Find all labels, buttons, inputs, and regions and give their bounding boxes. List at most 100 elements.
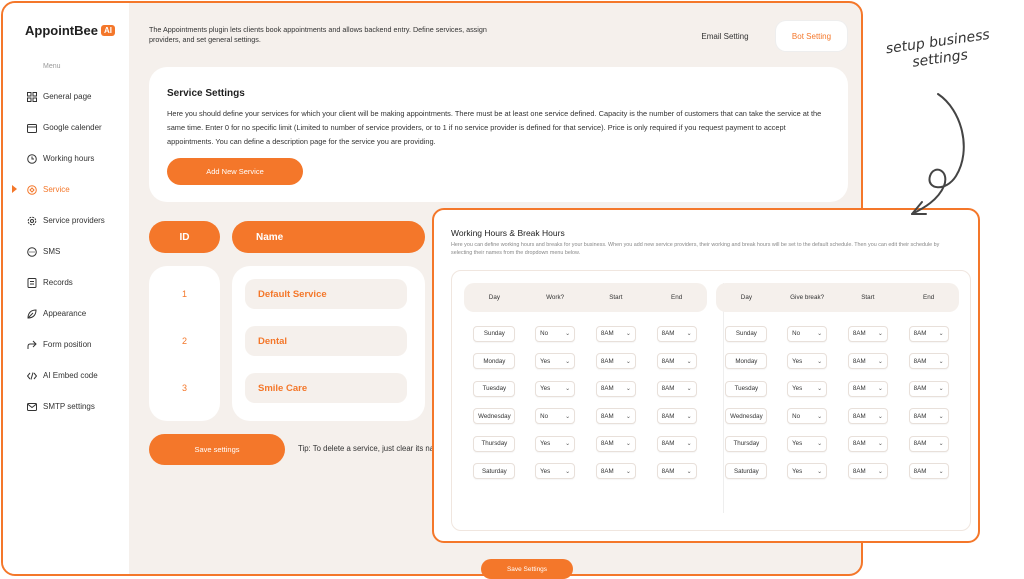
chevron-down-icon: ⌄ [565,468,571,475]
day-label-value: Saturday [481,467,507,475]
end-time-select[interactable]: 8AM ⌄ [908,435,949,452]
work-toggle-select-value: No [540,412,549,420]
chevron-down-icon: ⌄ [565,386,571,393]
table-cell: 8AM ⌄ [898,380,959,397]
start-time-select[interactable]: 8AM ⌄ [595,325,636,342]
code-icon [27,371,37,381]
start-time-select[interactable]: 8AM ⌄ [847,408,888,425]
work-toggle-select[interactable]: Yes ⌄ [535,463,576,480]
break-toggle-select[interactable]: Yes ⌄ [787,353,828,370]
service-name-input[interactable]: Default Service [245,279,407,309]
start-time-select[interactable]: 8AM ⌄ [847,325,888,342]
work-toggle-select[interactable]: Yes ⌄ [535,353,576,370]
table-cell: 8AM ⌄ [646,463,707,480]
break-toggle-select[interactable]: Yes ⌄ [787,463,828,480]
break-row: Monday Yes ⌄ 8AM ⌄ 8AM ⌄ [716,348,959,376]
day-label: Monday [725,353,768,370]
id-column-header: ID [149,221,220,253]
service-name-input[interactable]: Dental [245,326,407,356]
intro-text: The Appointments plugin lets clients boo… [149,25,487,45]
bot-setting-button[interactable]: Bot Setting [776,21,847,51]
end-time-select[interactable]: 8AM ⌄ [908,463,949,480]
end-time-select[interactable]: 8AM ⌄ [908,408,949,425]
break-toggle-select[interactable]: Yes ⌄ [787,435,828,452]
start-time-select[interactable]: 8AM ⌄ [847,380,888,397]
sidebar-item-service-providers[interactable]: Service providers [3,205,129,236]
start-time-select[interactable]: 8AM ⌄ [847,435,888,452]
start-time-select[interactable]: 8AM ⌄ [847,463,888,480]
table-cell: Tuesday [716,380,777,397]
end-time-select-value: 8AM [913,385,927,393]
day-label: Sunday [725,325,768,342]
sidebar-item-working-hours[interactable]: Working hours [3,143,129,174]
work-toggle-select[interactable]: Yes ⌄ [535,435,576,452]
save-settings-button[interactable]: Save settings [149,434,285,465]
start-time-select[interactable]: 8AM ⌄ [595,353,636,370]
sidebar-item-ai-embed-code[interactable]: AI Embed code [3,360,129,391]
sidebar: AppointBee AI Menu General page Google ca… [3,3,129,574]
start-time-select[interactable]: 8AM ⌄ [595,408,636,425]
sidebar-nav: General page Google calender Working hours… [3,81,129,422]
end-time-select[interactable]: 8AM ⌄ [908,353,949,370]
table-cell: 8AM ⌄ [898,463,959,480]
end-time-select[interactable]: 8AM ⌄ [656,325,697,342]
sidebar-item-general-page[interactable]: General page [3,81,129,112]
end-time-select[interactable]: 8AM ⌄ [656,435,697,452]
work-toggle-select[interactable]: No ⌄ [535,408,576,425]
break-toggle-select-value: No [792,330,801,338]
work-toggle-select[interactable]: No ⌄ [535,325,576,342]
start-time-select[interactable]: 8AM ⌄ [847,353,888,370]
table-cell: Tuesday [464,380,525,397]
email-setting-button[interactable]: Email Setting [687,21,763,51]
end-time-select-value: 8AM [913,412,927,420]
start-time-select[interactable]: 8AM ⌄ [595,380,636,397]
save-hours-button[interactable]: Save Settings [481,559,573,579]
end-time-select[interactable]: 8AM ⌄ [908,380,949,397]
sidebar-item-label: SMTP settings [43,402,95,411]
working-hours-title: Working Hours & Break Hours [451,228,565,238]
break-row: Tuesday Yes ⌄ 8AM ⌄ 8AM ⌄ [716,375,959,403]
chevron-down-icon: ⌄ [817,468,823,475]
end-time-select-value: 8AM [661,357,675,365]
work-schedule: Day Work? Start End Sunday No ⌄ 8AM ⌄ 8AM ⌄ Monday Y… [464,283,707,485]
leaf-icon [27,308,37,319]
sidebar-item-form-position[interactable]: Form position [3,329,129,360]
break-toggle-select-value: No [792,412,801,420]
mail-icon [27,402,37,412]
start-time-select[interactable]: 8AM ⌄ [595,435,636,452]
day-label-value: Tuesday [734,385,759,393]
sidebar-item-google-calender[interactable]: Google calender [3,112,129,143]
sidebar-item-smtp-settings[interactable]: SMTP settings [3,391,129,422]
break-column-header: Start [861,294,875,301]
end-time-select[interactable]: 8AM ⌄ [656,353,697,370]
end-time-select[interactable]: 8AM ⌄ [656,408,697,425]
chevron-down-icon: ⌄ [817,358,823,365]
sidebar-item-sms[interactable]: SMS [3,236,129,267]
end-time-select[interactable]: 8AM ⌄ [656,463,697,480]
records-icon [27,277,37,288]
service-name-input[interactable]: Smile Care [245,373,407,403]
day-label-value: Tuesday [482,385,507,393]
add-new-service-button[interactable]: Add New Service [167,158,303,185]
break-toggle-select[interactable]: No ⌄ [787,408,828,425]
service-id: 3 [181,383,187,393]
work-toggle-select[interactable]: Yes ⌄ [535,380,576,397]
sidebar-item-records[interactable]: Records [3,267,129,298]
break-toggle-select[interactable]: Yes ⌄ [787,380,828,397]
sidebar-item-label: Service [43,185,70,194]
end-time-select[interactable]: 8AM ⌄ [656,380,697,397]
table-cell: Saturday [716,463,777,480]
end-time-select[interactable]: 8AM ⌄ [908,325,949,342]
chevron-down-icon: ⌄ [625,386,631,393]
sidebar-item-service[interactable]: Service [3,174,129,205]
break-toggle-select[interactable]: No ⌄ [787,325,828,342]
start-time-select-value: 8AM [852,385,866,393]
end-time-select-value: 8AM [913,440,927,448]
start-time-select[interactable]: 8AM ⌄ [595,463,636,480]
end-time-select-value: 8AM [661,385,675,393]
sidebar-item-label: SMS [43,247,61,256]
chevron-down-icon: ⌄ [625,413,631,420]
sidebar-item-appearance[interactable]: Appearance [3,298,129,329]
work-row: Tuesday Yes ⌄ 8AM ⌄ 8AM ⌄ [464,375,707,403]
